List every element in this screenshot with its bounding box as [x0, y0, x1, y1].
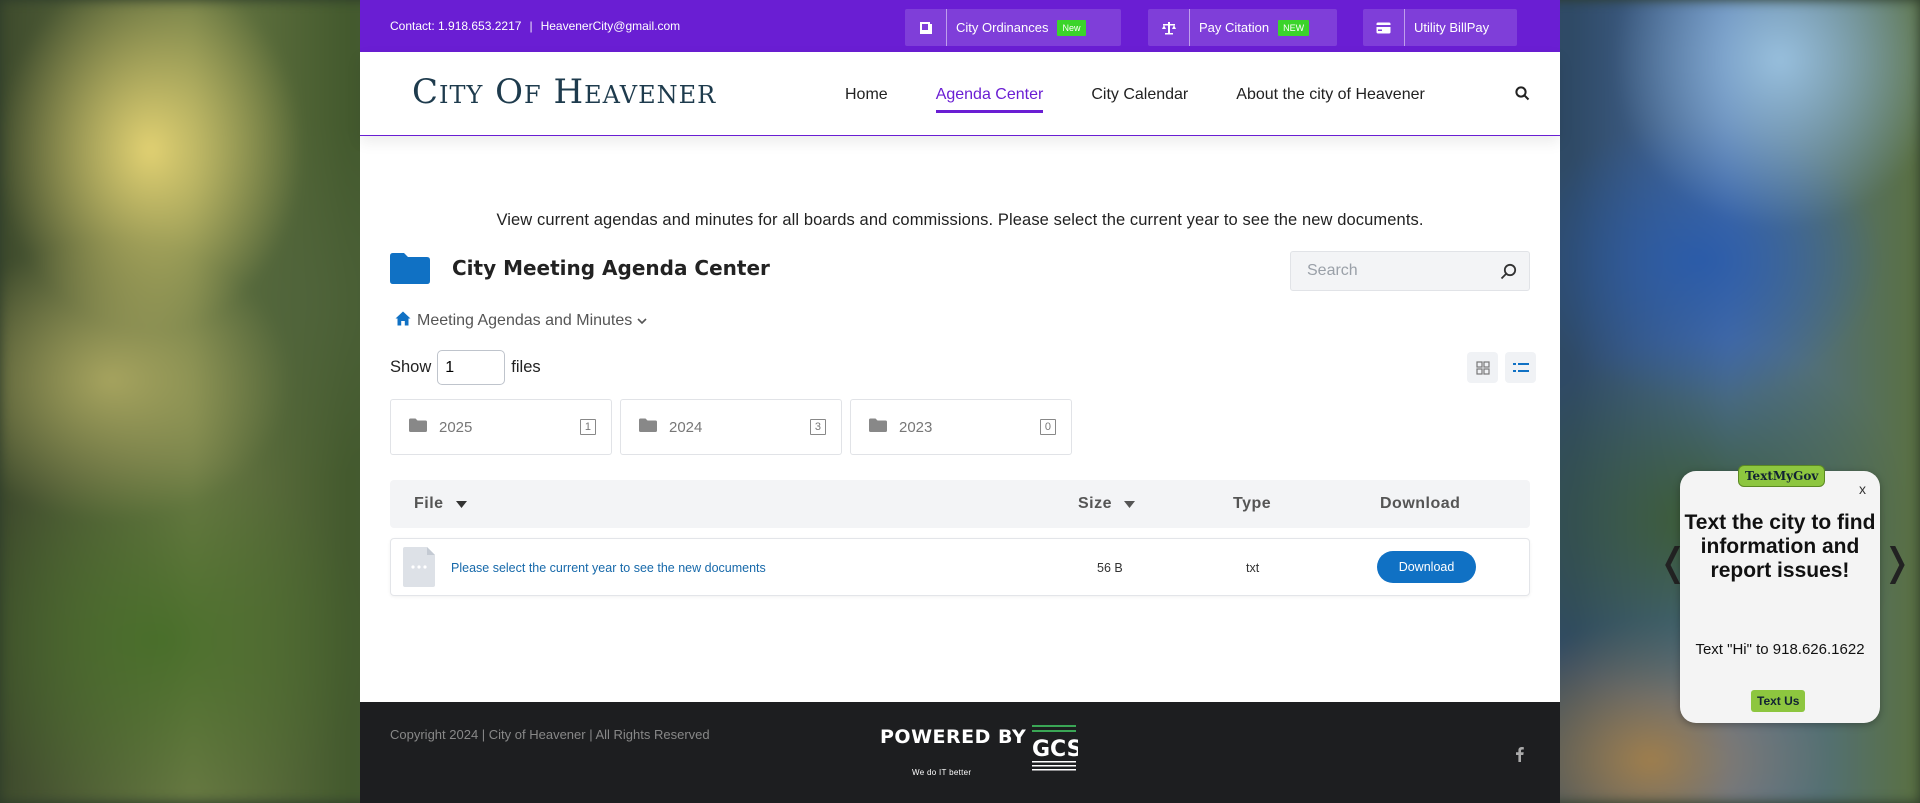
sort-caret-icon[interactable] [1124, 495, 1136, 513]
contact-phone: Contact: 1.918.653.2217 [390, 19, 522, 33]
nav-agenda-center[interactable]: Agenda Center [935, 86, 1044, 113]
document-icon [403, 547, 435, 590]
file-type: txt [1246, 561, 1260, 575]
search-field[interactable] [1290, 251, 1530, 291]
intro-text: View current agendas and minutes for all… [496, 211, 1424, 229]
download-button[interactable]: Download [1377, 551, 1476, 583]
site-footer: Copyright 2024 | City of Heavener | All … [360, 702, 1560, 803]
folder-count-badge: 0 [1039, 419, 1056, 435]
folder-2025[interactable]: 2025 1 [390, 399, 612, 455]
column-header-size[interactable]: Size [1078, 495, 1136, 513]
file-size: 56 B [1097, 561, 1123, 575]
textmygov-widget: TextMyGov x Text the city to find inform… [1680, 465, 1880, 723]
folder-icon [390, 252, 430, 284]
contact-info: Contact: 1.918.653.2217 | HeavenerCity@g… [390, 19, 680, 33]
folder-icon [869, 418, 887, 436]
folder-name: 2025 [439, 418, 473, 436]
column-label: Size [1078, 495, 1113, 512]
facebook-icon[interactable] [1515, 746, 1524, 767]
nav-about[interactable]: About the city of Heavener [1236, 86, 1425, 113]
svg-text:GCS: GCS [1032, 737, 1078, 762]
page-container: Contact: 1.918.653.2217 | HeavenerCity@g… [360, 0, 1560, 803]
files-per-page-input[interactable] [437, 350, 506, 385]
close-icon[interactable]: x [1859, 481, 1866, 497]
nav-city-calendar[interactable]: City Calendar [1091, 86, 1188, 113]
folder-icon [639, 418, 657, 436]
grid-view-button[interactable] [1467, 352, 1498, 383]
new-badge: New [1057, 19, 1086, 36]
powered-by-text: POWERED BY [880, 726, 1027, 748]
search-icon[interactable] [1500, 263, 1517, 285]
page-title: City Meeting Agenda Center [452, 256, 770, 280]
top-bar: Contact: 1.918.653.2217 | HeavenerCity@g… [360, 0, 1560, 52]
city-ordinances-button[interactable]: City Ordinances New [905, 9, 1121, 46]
city-ordinances-label: City Ordinances [956, 20, 1049, 35]
powered-by-logo[interactable]: POWERED BY GCS We do IT better [880, 723, 1083, 778]
column-header-file[interactable]: File [414, 495, 467, 513]
utility-billpay-label: Utility BillPay [1414, 20, 1490, 35]
breadcrumb-label[interactable]: Meeting Agendas and Minutes [417, 312, 632, 330]
chevron-down-icon[interactable] [637, 312, 647, 330]
text-us-button[interactable]: Text Us [1751, 690, 1806, 712]
pay-citation-button[interactable]: Pay Citation NEW [1148, 9, 1337, 46]
folder-2024[interactable]: 2024 3 [620, 399, 842, 455]
column-header-type: Type [1233, 495, 1272, 512]
nav-home[interactable]: Home [845, 86, 888, 113]
folder-count-badge: 3 [809, 419, 826, 435]
folder-name: 2024 [669, 418, 703, 436]
utility-billpay-button[interactable]: Utility BillPay [1363, 9, 1517, 46]
credit-card-icon [1363, 9, 1405, 46]
file-name-link[interactable]: Please select the current year to see th… [451, 561, 766, 575]
new-badge: NEW [1278, 19, 1310, 36]
folder-count-badge: 1 [579, 419, 596, 435]
home-icon[interactable] [395, 311, 411, 331]
breadcrumb[interactable]: Meeting Agendas and Minutes [395, 311, 647, 331]
column-label: File [414, 495, 444, 512]
widget-next-arrow[interactable]: ❭ [1881, 540, 1913, 584]
textmygov-logo: TextMyGov [1738, 465, 1826, 487]
folder-2023[interactable]: 2023 0 [850, 399, 1072, 455]
column-header-download: Download [1380, 495, 1461, 512]
list-icon [1512, 362, 1529, 372]
view-toggle [1460, 352, 1536, 383]
search-icon[interactable] [1515, 86, 1530, 106]
folder-icon [409, 418, 427, 436]
search-input[interactable] [1307, 262, 1487, 280]
grid-icon [1475, 360, 1490, 375]
year-folders: 2025 1 2024 3 2023 0 [390, 399, 1080, 455]
pay-citation-label: Pay Citation [1199, 20, 1270, 35]
contact-separator: | [529, 19, 533, 33]
site-header: City Of Heavener Home Agenda Center City… [360, 52, 1560, 136]
site-logo[interactable]: City Of Heavener [412, 72, 716, 112]
powered-tagline: We do IT better [912, 768, 972, 777]
widget-instruction: Text "Hi" to 918.626.1622 [1695, 641, 1865, 658]
show-label: Show [390, 358, 432, 376]
show-files-control: Show files [390, 350, 541, 385]
copyright-text: Copyright 2024 | City of Heavener | All … [390, 727, 710, 742]
table-row: Please select the current year to see th… [390, 538, 1530, 596]
agenda-center-title: City Meeting Agenda Center [390, 252, 770, 284]
scales-icon [1148, 9, 1190, 46]
sort-caret-icon[interactable] [455, 495, 467, 513]
book-icon [905, 9, 947, 46]
contact-email[interactable]: HeavenerCity@gmail.com [541, 19, 681, 33]
files-label: files [511, 358, 541, 376]
main-nav: Home Agenda Center City Calendar About t… [845, 86, 1473, 113]
gcs-logo-icon: GCS [1030, 723, 1083, 778]
widget-headline: Text the city to find information and re… [1684, 511, 1876, 582]
list-view-button[interactable] [1505, 352, 1536, 383]
table-header: File Size Type Download [390, 480, 1530, 528]
folder-name: 2023 [899, 418, 933, 436]
